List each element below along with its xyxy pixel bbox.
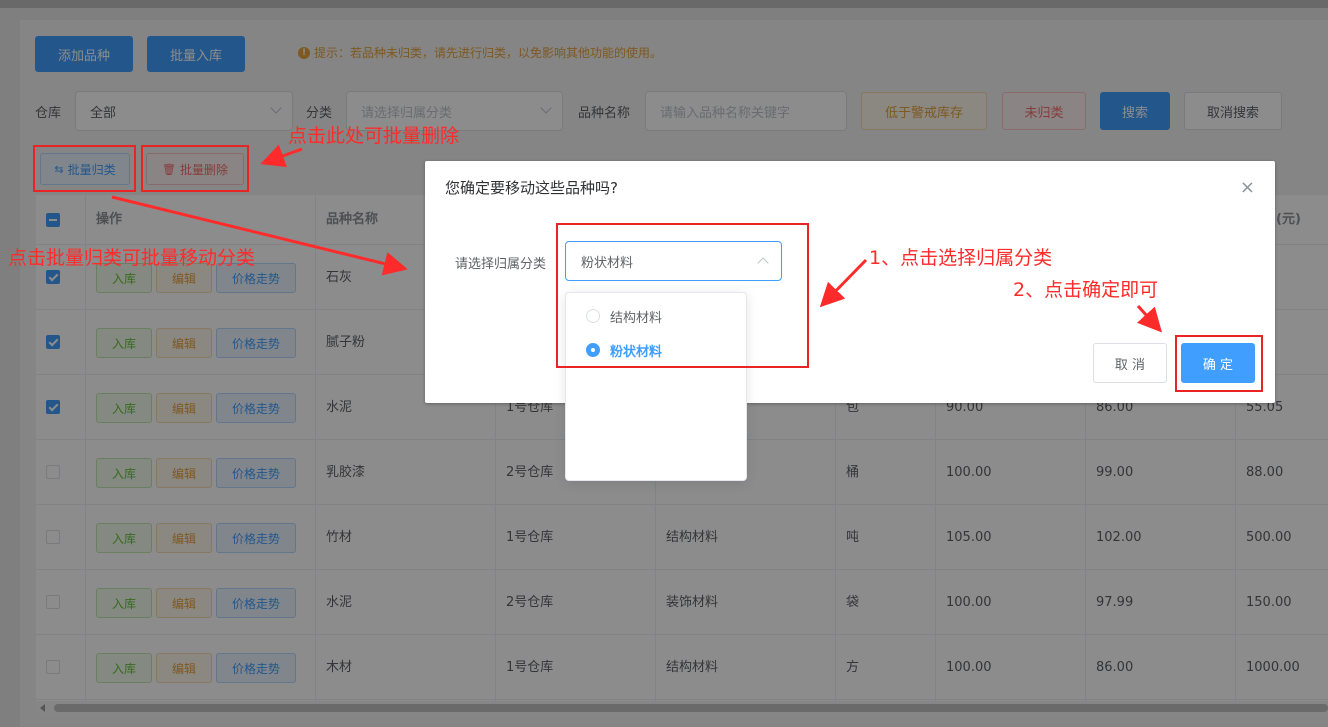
annotation-step2: 2、点击确定即可 <box>1013 279 1159 301</box>
dialog-cancel-button[interactable]: 取 消 <box>1093 343 1167 383</box>
dialog-category-label: 请选择归属分类 <box>455 257 547 272</box>
highlight-batch-delete <box>141 145 249 192</box>
close-icon[interactable]: × <box>1240 179 1255 197</box>
highlight-category-select <box>556 223 809 368</box>
page: 添加品种 批量入库 ! 提示：若品种未归类，请先进行归类，以免影响其他功能的使用… <box>0 0 1328 727</box>
dialog-title: 您确定要移动这些品种吗? <box>445 179 618 197</box>
highlight-batch-classify <box>33 145 136 192</box>
annotation-step1: 1、点击选择归属分类 <box>869 247 1053 269</box>
annotation-batch-classify: 点击批量归类可批量移动分类 <box>8 247 256 269</box>
annotation-batch-delete: 点击此处可批量删除 <box>288 125 460 147</box>
highlight-confirm-button <box>1175 335 1263 392</box>
